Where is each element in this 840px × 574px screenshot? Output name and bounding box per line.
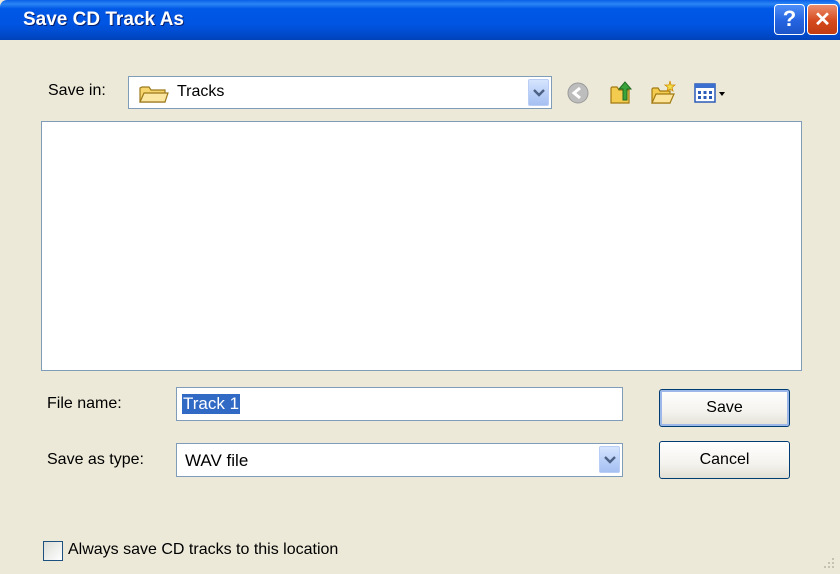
save-button[interactable]: Save [659,389,790,427]
save-cd-track-dialog: Save CD Track As ? ✕ Save in: Tracks Fil… [0,0,840,574]
save-as-type-dropdown-button[interactable] [599,446,620,473]
save-in-dropdown[interactable]: Tracks [128,76,552,109]
cancel-button[interactable]: Cancel [659,441,790,479]
title-bar[interactable]: Save CD Track As ? ✕ [0,0,840,40]
save-in-value: Tracks [177,83,225,100]
file-name-value: Track 1 [182,394,241,414]
file-name-input[interactable]: Track 1 [176,387,623,421]
file-list[interactable] [41,121,802,371]
save-as-type-label: Save as type: [47,451,144,468]
save-as-type-dropdown[interactable]: WAV file [176,443,623,477]
folder-icon [139,86,169,103]
close-button[interactable]: ✕ [807,4,838,35]
always-save-label[interactable]: Always save CD tracks to this location [68,541,338,559]
save-as-type-value: WAV file [185,451,249,470]
new-folder-icon[interactable] [650,79,676,105]
resize-grip-icon[interactable] [822,556,836,570]
views-menu-icon[interactable] [693,80,733,106]
file-name-label: File name: [47,395,122,412]
up-folder-icon[interactable] [608,79,634,105]
close-icon: ✕ [814,9,831,31]
window-title: Save CD Track As [23,9,184,30]
help-icon: ? [782,6,797,31]
save-in-dropdown-button[interactable] [528,79,549,106]
save-in-label: Save in: [48,82,106,99]
help-button[interactable]: ? [774,4,805,35]
chevron-down-icon [533,89,545,97]
chevron-down-icon [604,456,616,464]
always-save-checkbox[interactable] [43,541,63,561]
back-icon[interactable] [565,80,591,106]
